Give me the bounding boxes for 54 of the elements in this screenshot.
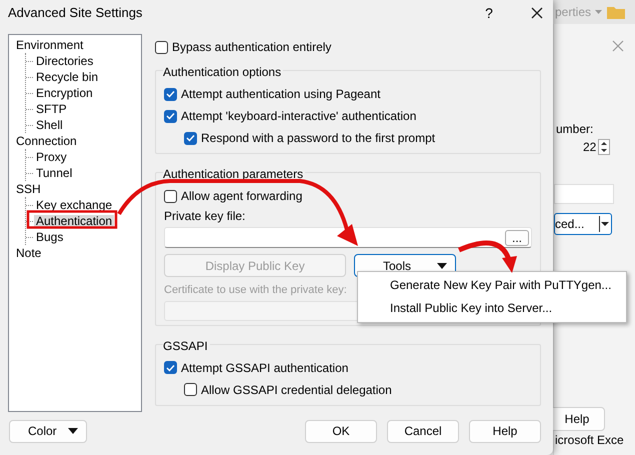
dialog-button[interactable]: OK [305, 420, 377, 442]
caret-icon [437, 262, 447, 268]
checkbox-label: Attempt authentication using Pageant [181, 86, 380, 103]
help-glyph[interactable]: ? [461, 2, 517, 24]
checkbox[interactable] [164, 190, 177, 202]
tree-item[interactable]: Connection [14, 135, 79, 148]
port-value: 22 [583, 139, 596, 156]
tree-item[interactable]: Note [14, 247, 44, 260]
checkbox[interactable] [164, 88, 177, 100]
spin-icon[interactable] [598, 139, 610, 155]
dialog-button[interactable]: Cancel [387, 420, 459, 442]
annotation-arrow [458, 240, 517, 273]
checkbox[interactable] [164, 110, 177, 122]
field-label: Private key file: [164, 208, 246, 225]
tree-item[interactable]: SFTP [34, 102, 69, 116]
checkbox[interactable] [164, 361, 177, 374]
input-field[interactable] [554, 184, 614, 204]
dialog-button[interactable]: Help [469, 420, 541, 442]
tree-item[interactable]: Recycle bin [34, 70, 100, 84]
color-button[interactable]: Color [9, 420, 87, 442]
field-label: umber: [556, 121, 594, 138]
tree-item[interactable]: Shell [34, 118, 65, 132]
caret-icon [595, 10, 602, 14]
window-title: Advanced Site Settings [8, 4, 144, 22]
checkbox[interactable] [155, 40, 168, 54]
menu-item[interactable]: Generate New Key Pair with PuTTYgen... [358, 274, 626, 297]
checkbox-label: Attempt GSSAPI authentication [181, 360, 348, 376]
tree-item[interactable]: SSH [14, 183, 43, 196]
checkbox-label: Bypass authentication entirely [172, 39, 332, 56]
display-key-button: Display Public Key [164, 254, 346, 277]
tree-item[interactable]: Environment [14, 39, 86, 52]
checkbox-label: Respond with a password to the first prompt [201, 130, 436, 147]
tree-item[interactable]: Bugs [34, 230, 66, 244]
window-caption: icrosoft Exce [555, 432, 624, 449]
tree-item[interactable]: Tunnel [34, 166, 74, 180]
help-button[interactable]: Help [553, 407, 605, 431]
tree-item[interactable]: Encryption [34, 86, 95, 100]
checkbox-label: Allow agent forwarding [181, 188, 302, 205]
toolbar-text: perties [555, 4, 592, 21]
tree-item[interactable]: Proxy [34, 150, 69, 164]
checkbox-label: Attempt 'keyboard-interactive' authentication [181, 108, 416, 125]
input-field[interactable]: ... [164, 227, 532, 248]
menu-item[interactable]: Install Public Key into Server... [358, 297, 626, 320]
caret-icon [68, 428, 78, 434]
tree-item[interactable]: Directories [34, 54, 96, 68]
checkbox[interactable] [184, 383, 197, 396]
checkbox-label: Allow GSSAPI credential delegation [201, 382, 392, 398]
close-icon[interactable] [531, 7, 543, 19]
field-label: Certificate to use with the private key: [164, 283, 347, 298]
combo-box[interactable]: ced... [554, 213, 612, 235]
tree-item[interactable]: Authentication [34, 214, 114, 228]
checkbox[interactable] [184, 132, 197, 144]
tree-item[interactable]: Key exchange [34, 198, 114, 212]
browse-button[interactable]: ... [504, 230, 529, 246]
